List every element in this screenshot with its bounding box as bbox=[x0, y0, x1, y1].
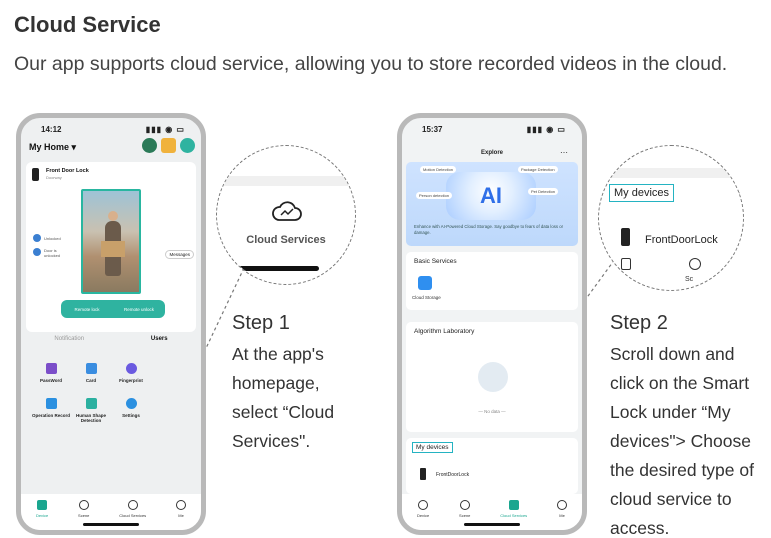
lock-device-icon-2 bbox=[420, 468, 426, 480]
no-data-label: — No data — bbox=[478, 409, 506, 414]
grid-empty bbox=[151, 363, 191, 384]
chip-person: Person detection bbox=[416, 192, 453, 199]
ai-logo: AI bbox=[446, 172, 536, 220]
remote-unlock-button[interactable]: Remote unlock bbox=[124, 307, 154, 312]
cloud-icon bbox=[127, 500, 138, 510]
grid-item-password[interactable]: PassWord bbox=[31, 363, 71, 384]
algorithm-lab-section: Algorithm Laboratory — No data — bbox=[406, 322, 578, 432]
device-location: Doorway bbox=[46, 175, 62, 180]
door-status-label: Door is unlocked bbox=[44, 248, 61, 258]
record-icon bbox=[45, 397, 57, 409]
chip-motion: Motion Detection bbox=[420, 166, 457, 173]
callout-my-devices: My devices FrontDoorLock Sc bbox=[598, 145, 744, 291]
callout1-band bbox=[217, 176, 355, 186]
grid-item-settings[interactable]: Settings bbox=[111, 397, 151, 424]
no-data-illustration bbox=[478, 362, 508, 392]
unlocked-icon bbox=[33, 234, 41, 242]
chip-package: Package Detection bbox=[518, 166, 558, 173]
nav-me-2[interactable]: Me bbox=[557, 500, 568, 530]
feature-grid: PassWord Card Fingerprint Operation Reco… bbox=[31, 363, 191, 424]
status-bar-2: 15:37 ▮▮▮ ◉ ▭ bbox=[402, 124, 582, 138]
explore-title: Explore bbox=[480, 150, 503, 156]
status-time-2: 15:37 bbox=[422, 125, 443, 134]
front-door-lock-item[interactable]: FrontDoorLock bbox=[436, 472, 469, 478]
scene-partial-label: Sc bbox=[685, 276, 694, 283]
grid-item-operation-record[interactable]: Operation Record bbox=[31, 397, 71, 424]
grid-item-fingerprint[interactable]: Fingerprint bbox=[111, 363, 151, 384]
my-devices-zoom: My devices bbox=[609, 184, 675, 202]
device-icon bbox=[37, 500, 48, 510]
chip-pet: Pet Detection bbox=[528, 188, 559, 195]
cloud-icon bbox=[508, 500, 519, 510]
ai-banner[interactable]: AI Motion Detection Package Detection Pe… bbox=[406, 162, 578, 246]
basic-services-title: Basic Services bbox=[414, 258, 457, 265]
device-tab-icon-zoom bbox=[621, 258, 631, 270]
home-indicator-2 bbox=[464, 523, 520, 526]
phone-explore: 15:37 ▮▮▮ ◉ ▭ Explore ⋯ AI Motion Detect… bbox=[397, 113, 587, 535]
status-bar: 14:12 ▮▮▮ ◉ ▭ bbox=[21, 124, 201, 138]
add-icon[interactable] bbox=[180, 138, 195, 153]
cloud-services-label: Cloud Services bbox=[246, 234, 326, 246]
scene-icon bbox=[78, 500, 89, 510]
nav-device-2[interactable]: Device bbox=[417, 500, 429, 530]
card-icon bbox=[85, 363, 97, 374]
cloud-storage-icon[interactable] bbox=[418, 276, 432, 290]
settings-icon bbox=[125, 397, 137, 409]
device-icon bbox=[418, 500, 429, 510]
my-devices-title: My devices bbox=[412, 442, 453, 453]
remote-controls: Remote lock Remote unlock bbox=[61, 300, 165, 318]
step1-title: Step 1 bbox=[232, 312, 290, 334]
tab-users[interactable]: Users bbox=[151, 336, 168, 342]
step2-body: Scroll down and click on the Smart Lock … bbox=[610, 344, 754, 538]
device-name: Front Door Lock bbox=[46, 168, 89, 174]
me-icon bbox=[557, 500, 568, 510]
grid-item-card[interactable]: Card bbox=[71, 363, 111, 384]
algorithm-lab-title: Algorithm Laboratory bbox=[414, 328, 475, 335]
nav-device[interactable]: Device bbox=[36, 500, 48, 530]
header-actions bbox=[142, 138, 195, 153]
tabs: Notification Users bbox=[21, 336, 201, 342]
remote-lock-button[interactable]: Remote lock bbox=[72, 307, 102, 312]
cloud-storage-label[interactable]: Cloud Storage bbox=[412, 295, 441, 300]
my-devices-section: My devices FrontDoorLock bbox=[406, 438, 578, 494]
package-box bbox=[101, 241, 125, 257]
home-selector[interactable]: My Home ▾ bbox=[29, 142, 76, 153]
lock-device-icon bbox=[32, 168, 39, 181]
unlocked-label: Unlocked bbox=[44, 236, 61, 241]
fingerprint-icon bbox=[125, 363, 137, 374]
cloud-services-icon[interactable] bbox=[272, 200, 302, 222]
ai-icon[interactable] bbox=[142, 138, 157, 153]
front-door-lock-zoom[interactable]: FrontDoorLock bbox=[645, 234, 718, 246]
camera-snapshot[interactable] bbox=[81, 189, 141, 294]
phone-homepage: 14:12 ▮▮▮ ◉ ▭ My Home ▾ Front Door Lock … bbox=[16, 113, 206, 535]
tab-notification[interactable]: Notification bbox=[54, 336, 84, 342]
scene-icon bbox=[459, 500, 470, 510]
nav-me[interactable]: Me bbox=[176, 500, 187, 530]
folder-icon[interactable] bbox=[161, 138, 176, 153]
status-time: 14:12 bbox=[41, 125, 62, 134]
callout2-band bbox=[599, 168, 743, 178]
home-indicator bbox=[83, 523, 139, 526]
door-icon bbox=[33, 248, 41, 256]
grid-item-human-shape[interactable]: Human Shape Detection bbox=[71, 397, 111, 424]
scene-tab-icon-zoom bbox=[689, 258, 701, 270]
basic-services-section: Basic Services Cloud Storage bbox=[406, 252, 578, 310]
more-icon[interactable]: ⋯ bbox=[560, 148, 568, 157]
signal-icons-2: ▮▮▮ ◉ ▭ bbox=[526, 125, 566, 134]
messages-button[interactable]: Messages bbox=[165, 250, 194, 259]
enhance-text: Enhance with AI-Powered Cloud Storage. S… bbox=[414, 224, 564, 235]
callout1-homebar bbox=[239, 266, 319, 271]
password-icon bbox=[45, 363, 57, 374]
me-icon bbox=[176, 500, 187, 510]
human-shape-icon bbox=[85, 397, 97, 409]
person-head bbox=[108, 211, 118, 221]
callout-cloud-services: Cloud Services bbox=[216, 145, 356, 285]
step1-body: At the app's homepage, select “Cloud Ser… bbox=[232, 344, 335, 451]
step2-title: Step 2 bbox=[610, 312, 668, 334]
signal-icons: ▮▮▮ ◉ ▭ bbox=[145, 125, 185, 134]
lock-device-icon-zoom bbox=[621, 228, 630, 246]
